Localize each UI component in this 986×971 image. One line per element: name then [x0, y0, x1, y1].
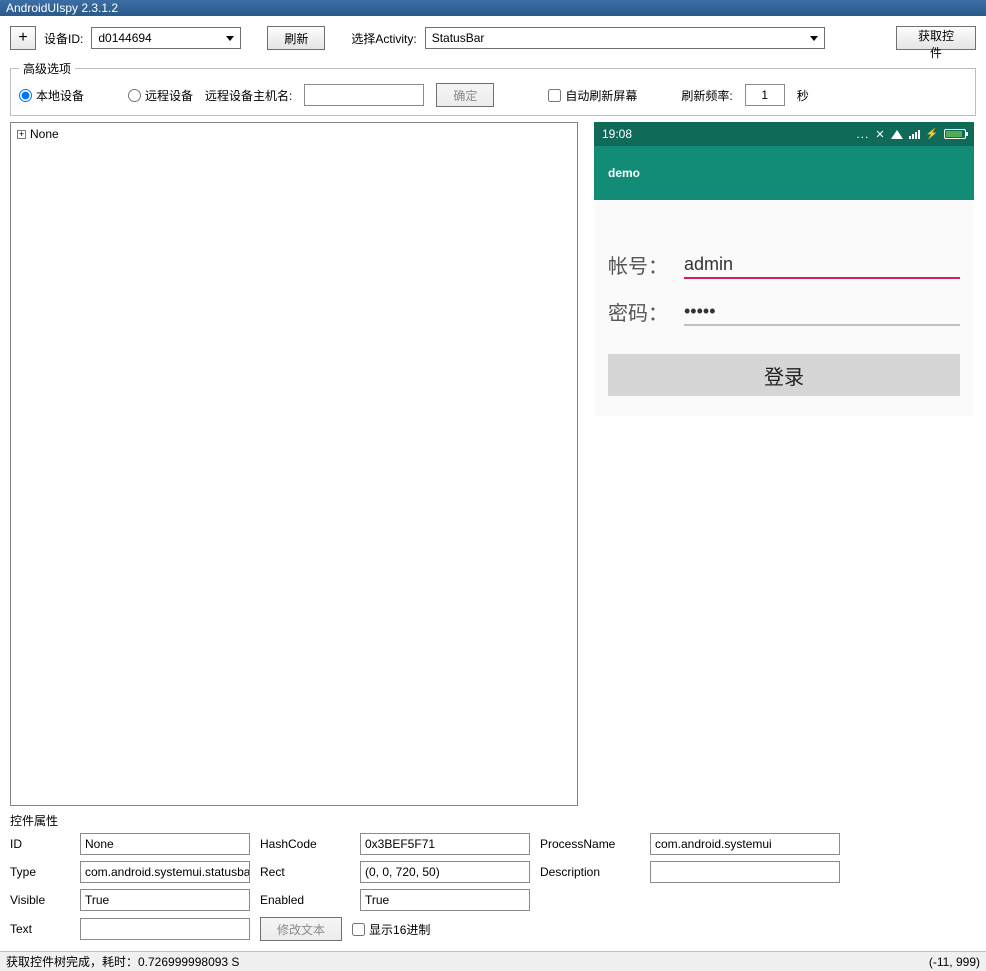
toolbar: + 设备ID: d0144694 刷新 选择Activity: StatusBa… [10, 22, 976, 54]
local-device-radio-input[interactable] [19, 89, 32, 102]
add-device-button[interactable]: + [10, 26, 36, 50]
local-device-radio[interactable]: 本地设备 [19, 87, 84, 104]
seconds-label: 秒 [797, 87, 809, 104]
window-titlebar: AndroidUIspy 2.3.1.2 [0, 0, 986, 16]
prop-rect-value[interactable]: (0, 0, 720, 50) [360, 861, 530, 883]
status-bar: 获取控件树完成，耗时：0.726999998093 S (-11, 999) [0, 951, 986, 971]
account-label: 帐号： [608, 250, 684, 279]
phone-mock: 19:08 ... ✕ ⚡ demo 帐号： [594, 122, 974, 416]
prop-visible-value[interactable]: True [80, 889, 250, 911]
wifi-icon [891, 130, 903, 139]
device-id-value: d0144694 [98, 31, 151, 45]
remote-host-label: 远程设备主机名: [205, 87, 292, 104]
phone-time: 19:08 [602, 127, 632, 141]
remote-device-label: 远程设备 [145, 87, 193, 104]
device-id-label: 设备ID: [44, 30, 83, 47]
remote-device-radio-input[interactable] [128, 89, 141, 102]
remote-device-radio[interactable]: 远程设备 [128, 87, 193, 104]
activity-label: 选择Activity: [351, 30, 416, 47]
status-coords: (-11, 999) [929, 955, 980, 969]
prop-type-label: Type [10, 865, 70, 879]
prop-text-label: Text [10, 922, 70, 936]
activity-combo[interactable]: StatusBar [425, 27, 825, 49]
activity-value: StatusBar [432, 31, 485, 45]
phone-appbar: demo [594, 146, 974, 200]
prop-id-value[interactable]: None [80, 833, 250, 855]
auto-refresh-checkbox-input[interactable] [548, 89, 561, 102]
confirm-host-button: 确定 [436, 83, 494, 107]
advanced-options-group: 高级选项 本地设备 远程设备 远程设备主机名: 确定 自动刷新屏幕 刷新频率: … [10, 60, 976, 116]
show-hex-checkbox-input[interactable] [352, 923, 365, 936]
fetch-controls-button[interactable]: 获取控件 [896, 26, 976, 50]
prop-hashcode-label: HashCode [260, 837, 350, 851]
phone-content: 帐号： admin 密码： ••••• 登录 [594, 200, 974, 416]
prop-enabled-label: Enabled [260, 893, 350, 907]
prop-processname-label: ProcessName [540, 837, 640, 851]
phone-statusbar: 19:08 ... ✕ ⚡ [594, 122, 974, 146]
tree-root-label: None [30, 127, 59, 141]
more-icon: ... [856, 127, 869, 141]
vibrate-icon: ✕ [875, 128, 884, 141]
show-hex-checkbox[interactable]: 显示16进制 [352, 921, 430, 938]
window-title: AndroidUIspy 2.3.1.2 [6, 1, 118, 15]
local-device-label: 本地设备 [36, 87, 84, 104]
auto-refresh-label: 自动刷新屏幕 [565, 87, 637, 104]
auto-refresh-checkbox[interactable]: 自动刷新屏幕 [548, 87, 637, 104]
refresh-rate-label: 刷新频率: [681, 87, 732, 104]
password-label: 密码： [608, 297, 684, 326]
prop-type-value[interactable]: com.android.systemui.statusbar [80, 861, 250, 883]
device-id-combo[interactable]: d0144694 [91, 27, 241, 49]
password-input[interactable]: ••••• [684, 301, 960, 326]
device-preview-panel: 19:08 ... ✕ ⚡ demo 帐号： [594, 122, 976, 806]
prop-id-label: ID [10, 837, 70, 851]
signal-icon [909, 130, 920, 139]
tree-expander-icon[interactable]: + [17, 130, 26, 139]
status-message: 获取控件树完成，耗时：0.726999998093 S [6, 953, 239, 970]
login-button[interactable]: 登录 [608, 354, 960, 396]
phone-app-title: demo [608, 166, 640, 180]
prop-text-value[interactable] [80, 918, 250, 940]
prop-rect-label: Rect [260, 865, 350, 879]
prop-description-label: Description [540, 865, 640, 879]
tree-root-node[interactable]: + None [17, 127, 571, 141]
prop-enabled-value[interactable]: True [360, 889, 530, 911]
control-tree-panel[interactable]: + None [10, 122, 578, 806]
refresh-rate-input[interactable] [745, 84, 785, 106]
prop-description-value[interactable] [650, 861, 840, 883]
modify-text-button: 修改文本 [260, 917, 342, 941]
prop-hashcode-value[interactable]: 0x3BEF5F71 [360, 833, 530, 855]
refresh-button[interactable]: 刷新 [267, 26, 325, 50]
prop-processname-value[interactable]: com.android.systemui [650, 833, 840, 855]
charging-icon: ⚡ [926, 129, 938, 140]
properties-panel: 控件属性 ID None HashCode 0x3BEF5F71 Process… [10, 812, 976, 941]
advanced-legend: 高级选项 [19, 60, 75, 77]
properties-header: 控件属性 [10, 812, 976, 829]
battery-icon [944, 129, 966, 139]
remote-host-input[interactable] [304, 84, 424, 106]
show-hex-label: 显示16进制 [369, 921, 430, 938]
prop-visible-label: Visible [10, 893, 70, 907]
account-input[interactable]: admin [684, 254, 960, 279]
